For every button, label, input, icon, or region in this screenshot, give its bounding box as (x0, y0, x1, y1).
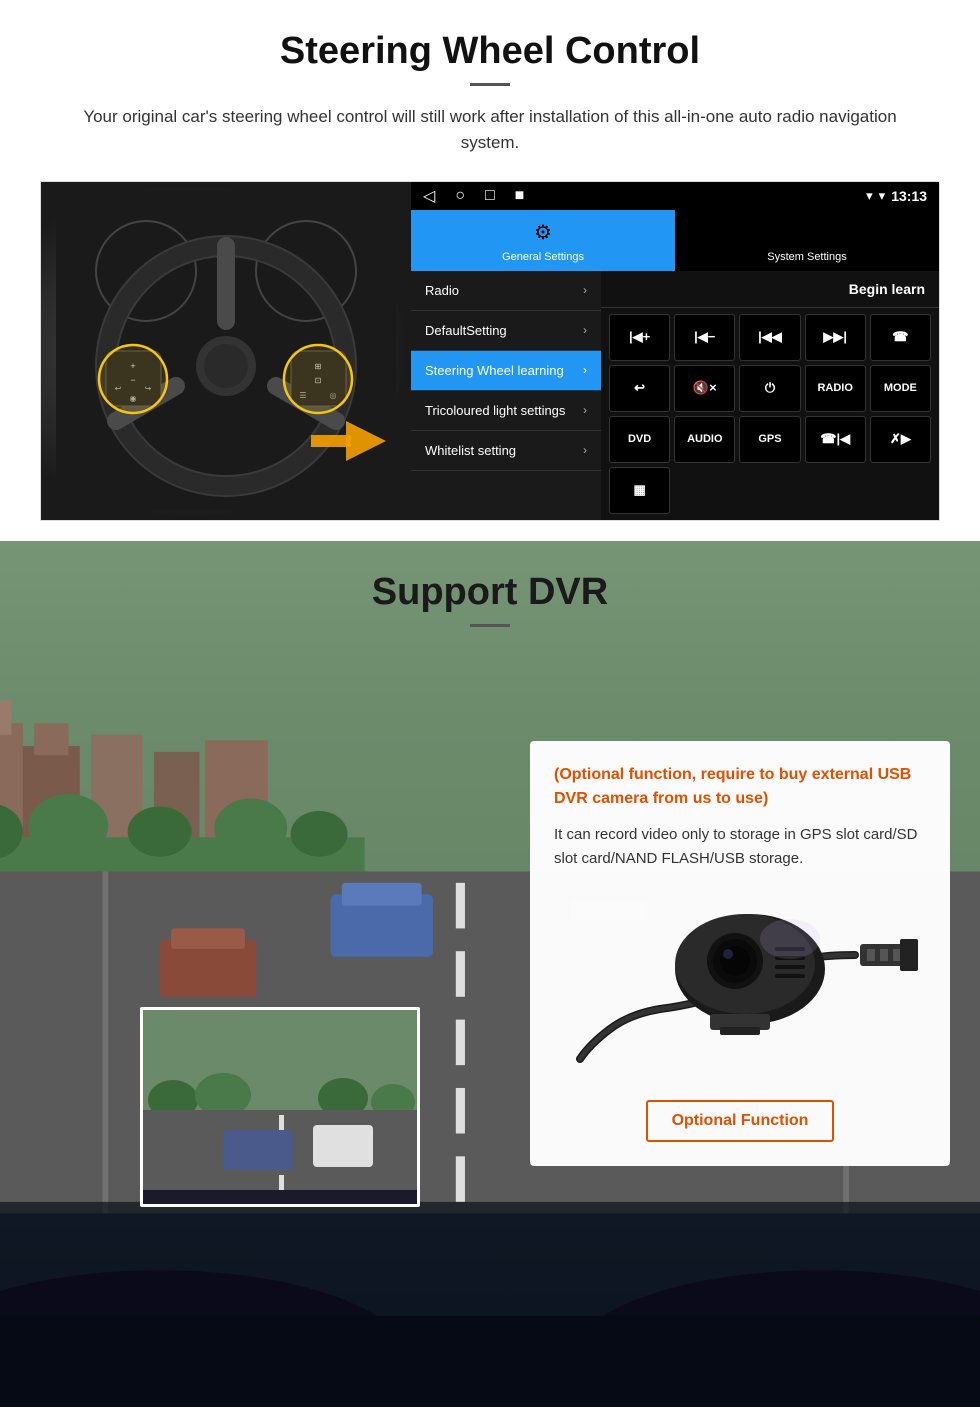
settings-tabs: ⚙ General Settings ☰ System Settings (411, 210, 939, 271)
ctrl-audio[interactable]: AUDIO (674, 416, 735, 463)
system-icon: ☰ (683, 220, 931, 245)
menu-icon[interactable]: ■ (515, 187, 525, 205)
status-bar: ◁ ○ □ ■ ▾ ▾ 13:13 (411, 182, 939, 210)
ctrl-phone[interactable]: ☎ (870, 314, 931, 361)
steering-wheel-svg: + − ↩ ↪ ◉ ⊞ ⊡ ☰ ◎ (56, 191, 396, 511)
steering-title: Steering Wheel Control (40, 30, 940, 73)
menu-default-setting[interactable]: DefaultSetting › (411, 311, 601, 351)
dvr-screenshot-svg (143, 1010, 420, 1207)
ctrl-prev[interactable]: |◀◀ (739, 314, 800, 361)
ctrl-mode[interactable]: MODE (870, 365, 931, 412)
ctrl-radio[interactable]: RADIO (805, 365, 866, 412)
dvr-camera-container (554, 889, 926, 1074)
ctrl-vol-down[interactable]: |◀− (674, 314, 735, 361)
dvr-title-area: Support DVR (0, 541, 980, 647)
menu-list: Radio › DefaultSetting › Steering Wheel … (411, 271, 601, 520)
home-icon[interactable]: ○ (455, 187, 465, 205)
system-settings-label: System Settings (767, 251, 846, 263)
menu-steering-wheel[interactable]: Steering Wheel learning › (411, 351, 601, 391)
gear-icon: ⚙ (419, 220, 667, 245)
dvr-divider (470, 624, 510, 627)
menu-steering-label: Steering Wheel learning (425, 363, 564, 378)
status-bar-right: ▾ ▾ 13:13 (866, 188, 927, 204)
chevron-icon-3: › (583, 363, 587, 377)
back-icon[interactable]: ◁ (423, 186, 435, 206)
dvr-camera-svg (560, 889, 920, 1069)
ctrl-dvd[interactable]: DVD (609, 416, 670, 463)
signal-icon: ▾ (866, 188, 873, 204)
ctrl-next[interactable]: ▶▶| (805, 314, 866, 361)
title-divider (470, 83, 510, 86)
wifi-icon: ▾ (879, 188, 886, 204)
ctrl-mute[interactable]: 🔇× (674, 365, 735, 412)
dvr-section: Support DVR (Optional (0, 541, 980, 1407)
tab-system-settings[interactable]: ☰ System Settings (675, 210, 939, 271)
steering-section: Steering Wheel Control Your original car… (0, 0, 980, 541)
ctrl-grid[interactable]: ▦ (609, 467, 670, 514)
chevron-icon-4: › (583, 403, 587, 417)
wheel-photo-inner: + − ↩ ↪ ◉ ⊞ ⊡ ☰ ◎ (41, 182, 411, 520)
ctrl-gps[interactable]: GPS (739, 416, 800, 463)
ctrl-phone-next[interactable]: ✗▶ (870, 416, 931, 463)
main-content: Radio › DefaultSetting › Steering Wheel … (411, 271, 939, 520)
ctrl-hangup[interactable]: ↩ (609, 365, 670, 412)
menu-radio-label: Radio (425, 283, 459, 298)
menu-radio[interactable]: Radio › (411, 271, 601, 311)
menu-default-label: DefaultSetting (425, 323, 507, 338)
android-panel: ◁ ○ □ ■ ▾ ▾ 13:13 ⚙ General Settings (411, 182, 939, 520)
dvr-info-card: (Optional function, require to buy exter… (530, 741, 950, 1166)
status-time: 13:13 (891, 188, 927, 204)
optional-function-button[interactable]: Optional Function (646, 1100, 835, 1142)
wheel-photo: + − ↩ ↪ ◉ ⊞ ⊡ ☰ ◎ (41, 182, 411, 520)
menu-whitelist-label: Whitelist setting (425, 443, 516, 458)
right-panel: Begin learn |◀+ |◀− |◀◀ ▶▶| ☎ ↩ 🔇× ⏻ RAD… (601, 271, 939, 520)
dvr-optional-title: (Optional function, require to buy exter… (554, 763, 926, 811)
tab-general-settings[interactable]: ⚙ General Settings (411, 210, 675, 271)
begin-learn-area: Begin learn (601, 271, 939, 308)
chevron-icon-2: › (583, 323, 587, 337)
ctrl-phone-prev[interactable]: ☎|◀ (805, 416, 866, 463)
nav-icons: ◁ ○ □ ■ (423, 186, 524, 206)
steering-subtitle: Your original car's steering wheel contr… (70, 104, 910, 157)
chevron-icon-5: › (583, 443, 587, 457)
menu-tricoloured-label: Tricoloured light settings (425, 403, 565, 418)
chevron-icon: › (583, 283, 587, 297)
dvr-description: It can record video only to storage in G… (554, 823, 926, 871)
begin-learn-button[interactable]: Begin learn (849, 281, 925, 297)
dvr-screenshot (140, 1007, 420, 1207)
button-grid: |◀+ |◀− |◀◀ ▶▶| ☎ ↩ 🔇× ⏻ RADIO MODE DVD … (601, 308, 939, 520)
dvr-title: Support DVR (40, 571, 940, 614)
ctrl-power[interactable]: ⏻ (739, 365, 800, 412)
demo-panel: + − ↩ ↪ ◉ ⊞ ⊡ ☰ ◎ (40, 181, 940, 521)
menu-whitelist[interactable]: Whitelist setting › (411, 431, 601, 471)
menu-tricoloured[interactable]: Tricoloured light settings › (411, 391, 601, 431)
recents-icon[interactable]: □ (485, 187, 495, 205)
ctrl-vol-up[interactable]: |◀+ (609, 314, 670, 361)
general-settings-label: General Settings (502, 251, 584, 263)
optional-fn-btn-container: Optional Function (554, 1090, 926, 1142)
